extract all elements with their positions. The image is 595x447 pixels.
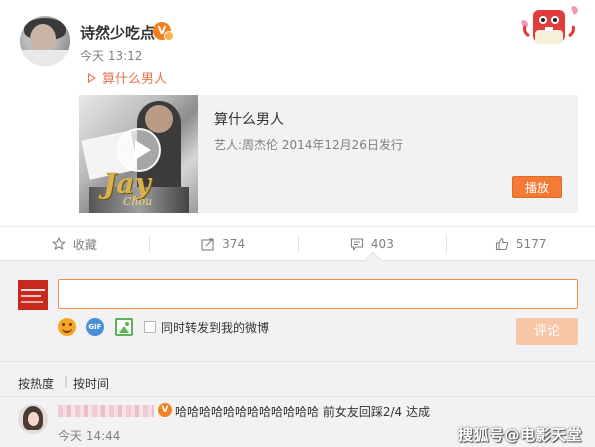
repost-count: 374 bbox=[222, 237, 246, 251]
play-overlay-icon[interactable] bbox=[117, 128, 161, 172]
comment-text: 哈哈哈哈哈哈哈哈哈哈哈哈 前女友回踩2/4 达成 bbox=[175, 405, 430, 419]
cartoon-sticker-icon bbox=[515, 0, 585, 48]
comment-icon bbox=[350, 238, 363, 251]
star-icon bbox=[51, 237, 66, 251]
comment-time: 今天 14:44 bbox=[58, 429, 121, 443]
author-avatar[interactable] bbox=[20, 16, 70, 66]
verified-badge-icon: V bbox=[158, 403, 172, 417]
favorite-label: 收藏 bbox=[72, 237, 97, 252]
sort-by-time[interactable]: 按时间 bbox=[73, 375, 109, 392]
commenter-name-blurred[interactable] bbox=[58, 405, 154, 417]
watermark: 搜狐号@电影天堂 bbox=[458, 426, 583, 444]
emoji-icon[interactable] bbox=[58, 318, 76, 336]
play-button[interactable]: 播放 bbox=[512, 176, 562, 198]
song-link-label: 算什么男人 bbox=[102, 72, 168, 87]
like-button[interactable]: 5177 bbox=[446, 227, 595, 261]
commenter-avatar[interactable] bbox=[18, 404, 48, 434]
divider bbox=[0, 361, 595, 362]
album-cover[interactable]: Jay Chou bbox=[79, 95, 198, 213]
card-title[interactable]: 算什么男人 bbox=[214, 109, 284, 129]
favorite-button[interactable]: 收藏 bbox=[0, 227, 149, 261]
repost-button[interactable]: 374 bbox=[148, 227, 298, 261]
author-name[interactable]: 诗然少吃点 bbox=[80, 22, 155, 43]
card-meta: 艺人:周杰伦 2014年12月26日发行 bbox=[214, 138, 403, 152]
cover-lettering-sub: Chou bbox=[123, 195, 153, 208]
play-triangle-icon bbox=[88, 72, 96, 83]
submit-comment-button[interactable]: 评论 bbox=[516, 318, 578, 345]
post-time[interactable]: 今天 13:12 bbox=[80, 47, 142, 64]
verified-badge-icon: V bbox=[153, 22, 174, 41]
divider bbox=[0, 260, 595, 261]
like-icon bbox=[495, 237, 508, 251]
repost-checkbox[interactable] bbox=[144, 321, 156, 333]
sort-separator: | bbox=[64, 374, 69, 388]
like-count: 5177 bbox=[515, 237, 547, 251]
comment-input[interactable] bbox=[59, 280, 577, 308]
sort-by-hot[interactable]: 按热度 bbox=[18, 375, 54, 392]
gif-icon[interactable]: GIF bbox=[86, 318, 104, 336]
comment-count: 403 bbox=[370, 237, 394, 251]
my-avatar[interactable] bbox=[18, 280, 48, 310]
action-bar: 收藏 374 403 5177 bbox=[0, 227, 595, 261]
song-link[interactable]: 算什么男人 bbox=[88, 68, 167, 87]
comment-input-box[interactable] bbox=[58, 279, 578, 309]
repost-icon bbox=[201, 238, 214, 251]
repost-checkbox-label[interactable]: 同时转发到我的微博 bbox=[161, 319, 269, 336]
divider bbox=[0, 396, 595, 397]
image-icon[interactable] bbox=[115, 318, 133, 336]
